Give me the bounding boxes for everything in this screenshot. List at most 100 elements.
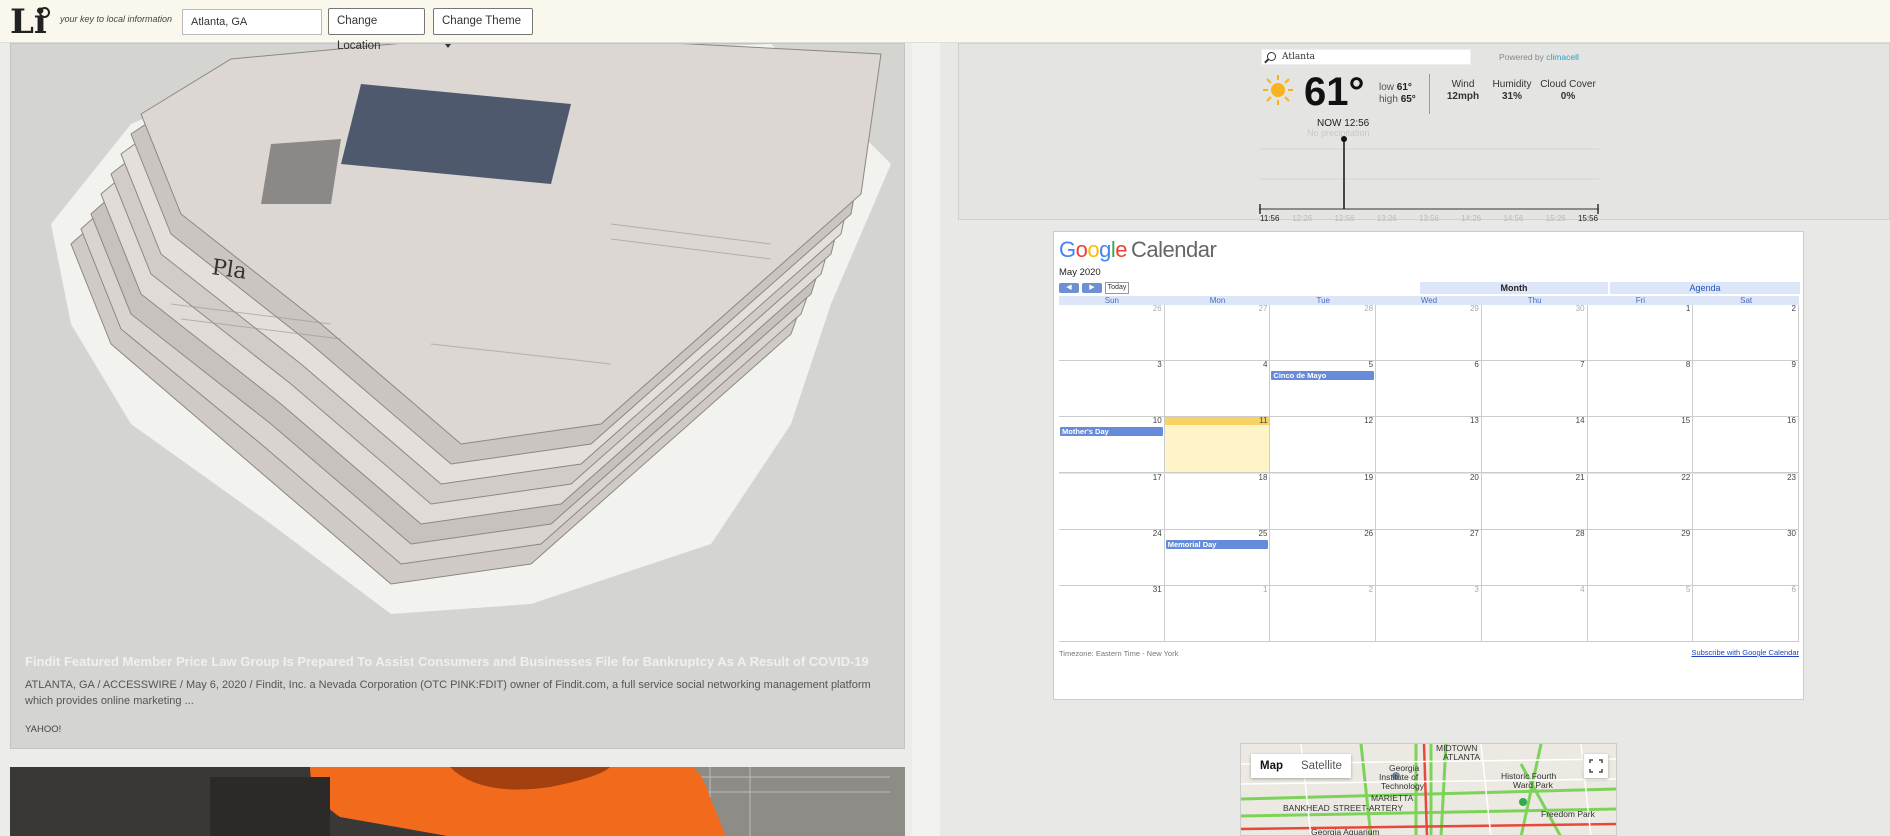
prev-month-button[interactable]: ◀ xyxy=(1059,283,1079,293)
calendar-day-cell[interactable]: 26 xyxy=(1059,304,1165,362)
calendar-day-cell[interactable]: 2 xyxy=(1693,304,1799,362)
google-calendar-logo[interactable]: Google Calendar xyxy=(1059,237,1217,263)
calendar-day-cell[interactable]: 29 xyxy=(1376,305,1482,362)
timeline-tick-label: 13:26 xyxy=(1377,214,1398,221)
calendar-day-cell[interactable]: 29 xyxy=(1587,529,1694,586)
change-location-button[interactable]: Change Location xyxy=(328,8,425,52)
search-icon xyxy=(1267,52,1276,61)
calendar-day-cell[interactable]: 24 xyxy=(1059,529,1165,586)
calendar-day-cell[interactable]: 10 Mother's Day xyxy=(1059,417,1165,474)
low-label: low xyxy=(1379,82,1395,93)
timeline-tick-label: 12:26 xyxy=(1292,214,1313,221)
calendar-day-cell[interactable]: 28 xyxy=(1270,305,1377,362)
site-logo[interactable]: Li xyxy=(10,4,50,40)
calendar-day-number: 11 xyxy=(1164,417,1270,426)
map-widget[interactable]: Map Satellite MIDTOWN ATLANTA Georgia In… xyxy=(1240,743,1617,836)
calendar-day-header: Wed xyxy=(1420,296,1438,305)
tab-month[interactable]: Month xyxy=(1420,282,1608,294)
calendar-day-cell[interactable]: 19 xyxy=(1270,473,1377,530)
calendar-day-cell[interactable]: 30 xyxy=(1693,529,1799,586)
calendar-day-cell[interactable]: 26 xyxy=(1270,528,1377,586)
today-button[interactable]: Today xyxy=(1105,282,1129,294)
logo-ring-icon xyxy=(39,7,50,18)
provider-link[interactable]: climacell xyxy=(1546,52,1579,62)
left-column-scrollbar[interactable] xyxy=(912,43,940,836)
calendar-day-cell[interactable]: 13 xyxy=(1376,417,1482,474)
calendar-day-cell[interactable]: 1 xyxy=(1164,585,1271,642)
location-input[interactable]: Atlanta, GA xyxy=(182,9,322,35)
timeline-tick-label: 11:56 xyxy=(1260,214,1280,221)
timeline-tick-label: 12:56 xyxy=(1334,214,1355,221)
calendar-day-number: 16 xyxy=(1787,416,1796,426)
subscribe-link[interactable]: Subscribe with Google Calendar xyxy=(1691,648,1799,657)
map-tab[interactable]: Map xyxy=(1251,754,1292,778)
calendar-day-cell[interactable]: 8 xyxy=(1587,361,1694,418)
calendar-day-cell[interactable]: 4 xyxy=(1481,585,1588,642)
calendar-day-cell[interactable]: 5 xyxy=(1587,585,1694,642)
calendar-day-cell[interactable]: 23 xyxy=(1693,472,1799,530)
weather-divider xyxy=(1429,74,1430,114)
calendar-day-cell[interactable]: 22 xyxy=(1587,472,1694,530)
article-title[interactable]: Findit Featured Member Price Law Group I… xyxy=(25,654,895,669)
calendar-day-header: Sat xyxy=(1740,296,1753,305)
calendar-day-cell[interactable]: 2 xyxy=(1270,584,1377,642)
cloud-stat: Cloud Cover 0% xyxy=(1537,79,1599,103)
wind-label: Wind xyxy=(1451,79,1475,90)
calendar-day-number: 6 xyxy=(1791,584,1796,594)
calendar-day-cell[interactable]: 17 xyxy=(1059,473,1165,530)
change-theme-button[interactable]: Change Theme xyxy=(433,8,533,48)
calendar-event[interactable]: Cinco de Mayo xyxy=(1271,371,1375,381)
calendar-day-cell[interactable]: 1 xyxy=(1587,305,1694,362)
fullscreen-icon[interactable] xyxy=(1584,754,1608,778)
calendar-day-cell[interactable]: 11 xyxy=(1164,417,1271,474)
calendar-day-cell[interactable]: 27 xyxy=(1164,305,1271,362)
precipitation-timeline[interactable]: 11:56 12:26 12:56 13:26 13:56 14:26 14:56 15:26… xyxy=(1259,129,1599,221)
calendar-day-cell[interactable]: 3 xyxy=(1376,585,1482,642)
calendar-day-cell[interactable]: 30 xyxy=(1481,304,1588,362)
calendar-day-cell[interactable]: 18 xyxy=(1164,473,1271,530)
svg-text:Pla: Pla xyxy=(210,255,248,285)
calendar-day-number: 2 xyxy=(1368,584,1374,594)
calendar-day-number: 23 xyxy=(1787,472,1796,482)
calendar-day-cell[interactable]: 5 Cinco de Mayo xyxy=(1270,361,1377,418)
calendar-day-number: 28 xyxy=(1575,528,1585,538)
satellite-tab[interactable]: Satellite xyxy=(1292,754,1351,778)
calendar-day-cell[interactable]: 14 xyxy=(1481,417,1588,474)
calendar-day-number: 26 xyxy=(1152,304,1162,313)
next-month-button[interactable]: ▶ xyxy=(1082,283,1102,293)
weather-search-value: Atlanta xyxy=(1282,52,1315,62)
calendar-event[interactable]: Mother's Day xyxy=(1060,427,1163,437)
news-card[interactable]: Pla Findit Featured Member Price Law Gro… xyxy=(10,43,905,749)
calendar-day-number: 15 xyxy=(1681,416,1691,426)
calendar-timezone: Timezone: Eastern Time - New York xyxy=(1059,649,1179,658)
calendar-day-number: 20 xyxy=(1469,472,1479,482)
calendar-day-cell[interactable]: 25 Memorial Day xyxy=(1164,529,1271,586)
calendar-day-cell[interactable]: 16 xyxy=(1693,416,1799,474)
calendar-day-cell[interactable]: 31 xyxy=(1059,585,1165,642)
calendar-day-cell[interactable]: 20 xyxy=(1376,472,1482,530)
calendar-day-number: 22 xyxy=(1681,472,1691,482)
calendar-day-number: 21 xyxy=(1575,472,1585,482)
news-card-2-image[interactable] xyxy=(10,767,905,836)
high-label: high xyxy=(1379,94,1398,105)
calendar-day-cell[interactable]: 6 xyxy=(1376,361,1482,418)
calendar-day-cell[interactable]: 9 xyxy=(1693,361,1799,418)
calendar-day-number: 26 xyxy=(1364,528,1374,538)
calendar-day-cell[interactable]: 27 xyxy=(1376,529,1482,586)
calendar-day-cell[interactable]: 15 xyxy=(1587,416,1694,474)
tab-agenda[interactable]: Agenda xyxy=(1610,282,1800,294)
map-label: MARIETTA xyxy=(1371,793,1414,803)
calendar-day-cell[interactable]: 6 xyxy=(1693,584,1799,642)
calendar-event[interactable]: Memorial Day xyxy=(1165,539,1269,549)
calendar-day-cell[interactable]: 28 xyxy=(1481,528,1588,586)
calendar-day-cell[interactable]: 21 xyxy=(1481,472,1588,530)
powered-by: Powered by climacell xyxy=(1499,52,1579,62)
calendar-day-number: 2 xyxy=(1791,304,1796,313)
calendar-day-cell[interactable]: 3 xyxy=(1059,361,1165,418)
map-label: STREET-ARTERY xyxy=(1333,803,1404,813)
calendar-day-number: 30 xyxy=(1575,304,1585,313)
calendar-day-cell[interactable]: 4 xyxy=(1164,361,1271,418)
calendar-day-cell[interactable]: 7 xyxy=(1481,361,1588,418)
calendar-day-cell[interactable]: 12 xyxy=(1270,417,1377,474)
weather-search-input[interactable]: Atlanta xyxy=(1261,49,1471,65)
